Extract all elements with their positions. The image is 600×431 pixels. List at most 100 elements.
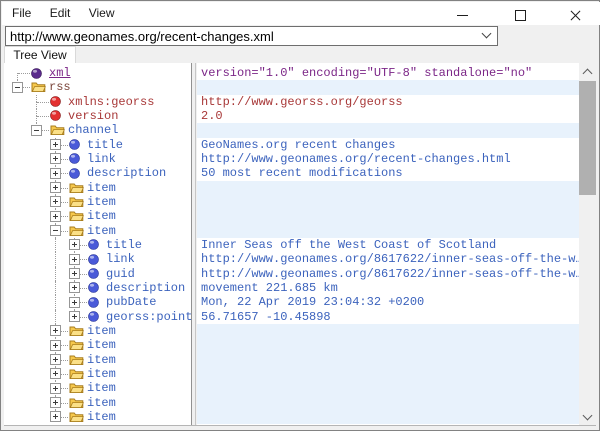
- tree-row[interactable]: xml: [4, 66, 191, 80]
- tree-expander-minus[interactable]: [31, 125, 42, 136]
- tree-row[interactable]: rss: [4, 80, 191, 94]
- tree-node-label[interactable]: version: [68, 109, 118, 123]
- tree-expander-plus[interactable]: [50, 383, 61, 394]
- tree-row[interactable]: link: [4, 252, 191, 266]
- tree-row[interactable]: item: [4, 224, 191, 238]
- tree-node-label[interactable]: link: [106, 252, 135, 266]
- value-row: 2.0: [197, 109, 579, 123]
- tree-row[interactable]: item: [4, 381, 191, 395]
- tree-node-label[interactable]: item: [87, 367, 116, 381]
- tree-expander-plus[interactable]: [50, 368, 61, 379]
- tree-expander-plus[interactable]: [50, 196, 61, 207]
- folder-icon[interactable]: [69, 411, 84, 425]
- tree-node-label[interactable]: description: [106, 281, 185, 295]
- value-row: http://www.geonames.org/8617622/inner-se…: [197, 267, 579, 281]
- tree-expander-plus[interactable]: [69, 239, 80, 250]
- tree-node-label[interactable]: xml: [49, 66, 71, 80]
- tree-expander-minus[interactable]: [50, 225, 61, 236]
- tree-expander-plus[interactable]: [69, 311, 80, 322]
- minimize-button[interactable]: [440, 2, 486, 26]
- tree-node-label[interactable]: item: [87, 410, 116, 424]
- tree-node-label[interactable]: channel: [68, 123, 118, 137]
- tree-row[interactable]: title: [4, 238, 191, 252]
- tree-expander-plus[interactable]: [50, 182, 61, 193]
- tree-expander-plus[interactable]: [50, 340, 61, 351]
- tree-expander-plus[interactable]: [50, 211, 61, 222]
- tree-expander-plus[interactable]: [50, 168, 61, 179]
- close-button[interactable]: [553, 2, 599, 26]
- tree-node-label[interactable]: item: [87, 324, 116, 338]
- maximize-button[interactable]: [498, 2, 544, 26]
- tree-node-label[interactable]: georss:point: [106, 310, 191, 324]
- tree-node-label[interactable]: item: [87, 396, 116, 410]
- tree-node-label[interactable]: link: [87, 152, 116, 166]
- tree-row[interactable]: item: [4, 410, 191, 424]
- address-input[interactable]: [10, 27, 470, 45]
- tree-node-label[interactable]: guid: [106, 267, 135, 281]
- tree-row[interactable]: description: [4, 166, 191, 180]
- tree-guide: [36, 102, 37, 109]
- tree-row[interactable]: channel: [4, 123, 191, 137]
- menu-item-view[interactable]: View: [86, 2, 118, 25]
- tree-guide: [18, 73, 30, 74]
- tree-row[interactable]: xmlns:georss: [4, 95, 191, 109]
- tree-node-label[interactable]: description: [87, 166, 166, 180]
- menu-item-file[interactable]: File: [9, 2, 34, 25]
- tree-node-label[interactable]: item: [87, 381, 116, 395]
- tree-expander-plus[interactable]: [50, 397, 61, 408]
- tree-node-label[interactable]: item: [87, 209, 116, 223]
- tree-row[interactable]: item: [4, 367, 191, 381]
- tree-guide: [36, 116, 37, 123]
- tree-node-label[interactable]: title: [87, 138, 123, 152]
- tree-node-label[interactable]: pubDate: [106, 295, 156, 309]
- tree-expander-plus[interactable]: [50, 354, 61, 365]
- tree-guide: [17, 73, 18, 80]
- tree-row[interactable]: title: [4, 138, 191, 152]
- tree-node-label[interactable]: rss: [49, 80, 71, 94]
- tree-row[interactable]: item: [4, 195, 191, 209]
- maximize-icon: [515, 10, 526, 21]
- tab-tree-view[interactable]: Tree View: [4, 46, 76, 63]
- combo-dropdown-button[interactable]: [479, 28, 495, 44]
- tree-expander-minus[interactable]: [12, 82, 23, 93]
- vertical-scrollbar[interactable]: [579, 63, 596, 425]
- tree-guide: [55, 310, 56, 324]
- tree-row[interactable]: item: [4, 209, 191, 223]
- tree-node-label[interactable]: xmlns:georss: [68, 95, 154, 109]
- tree-row[interactable]: item: [4, 324, 191, 338]
- tree-expander-plus[interactable]: [69, 268, 80, 279]
- scroll-down-button[interactable]: [579, 408, 596, 425]
- tree-node-label[interactable]: item: [87, 353, 116, 367]
- tree-row[interactable]: item: [4, 338, 191, 352]
- tree-expander-plus[interactable]: [50, 153, 61, 164]
- minimize-icon: [457, 15, 468, 16]
- tree-row[interactable]: item: [4, 181, 191, 195]
- scroll-up-button[interactable]: [579, 63, 596, 80]
- tree-row[interactable]: item: [4, 396, 191, 410]
- tree-expander-plus[interactable]: [50, 411, 61, 422]
- tree-row[interactable]: description: [4, 281, 191, 295]
- tree-row[interactable]: pubDate: [4, 295, 191, 309]
- value-rows: version="1.0" encoding="UTF-8" standalon…: [197, 63, 579, 424]
- tree-row[interactable]: item: [4, 353, 191, 367]
- value-row: Mon, 22 Apr 2019 23:04:32 +0200: [197, 295, 579, 309]
- tree-expander-plus[interactable]: [50, 139, 61, 150]
- address-combobox[interactable]: [5, 26, 498, 46]
- tree-node-label[interactable]: item: [87, 181, 116, 195]
- tree-expander-plus[interactable]: [50, 325, 61, 336]
- tree-row[interactable]: georss:point: [4, 310, 191, 324]
- tree-node-label[interactable]: title: [106, 238, 142, 252]
- tree-expander-plus[interactable]: [69, 254, 80, 265]
- tree-row[interactable]: version: [4, 109, 191, 123]
- tree-node-label[interactable]: item: [87, 195, 116, 209]
- tree-expander-plus[interactable]: [69, 282, 80, 293]
- menu-item-edit[interactable]: Edit: [47, 2, 74, 25]
- scrollbar-thumb[interactable]: [579, 81, 596, 195]
- tree-node-label[interactable]: item: [87, 224, 116, 238]
- panel-divider[interactable]: [191, 63, 196, 425]
- tree-node-label[interactable]: item: [87, 338, 116, 352]
- tree-expander-plus[interactable]: [69, 297, 80, 308]
- tree-row[interactable]: guid: [4, 267, 191, 281]
- app-window: File Edit View Tree View xmlrssxmlns:geo…: [0, 0, 600, 431]
- tree-row[interactable]: link: [4, 152, 191, 166]
